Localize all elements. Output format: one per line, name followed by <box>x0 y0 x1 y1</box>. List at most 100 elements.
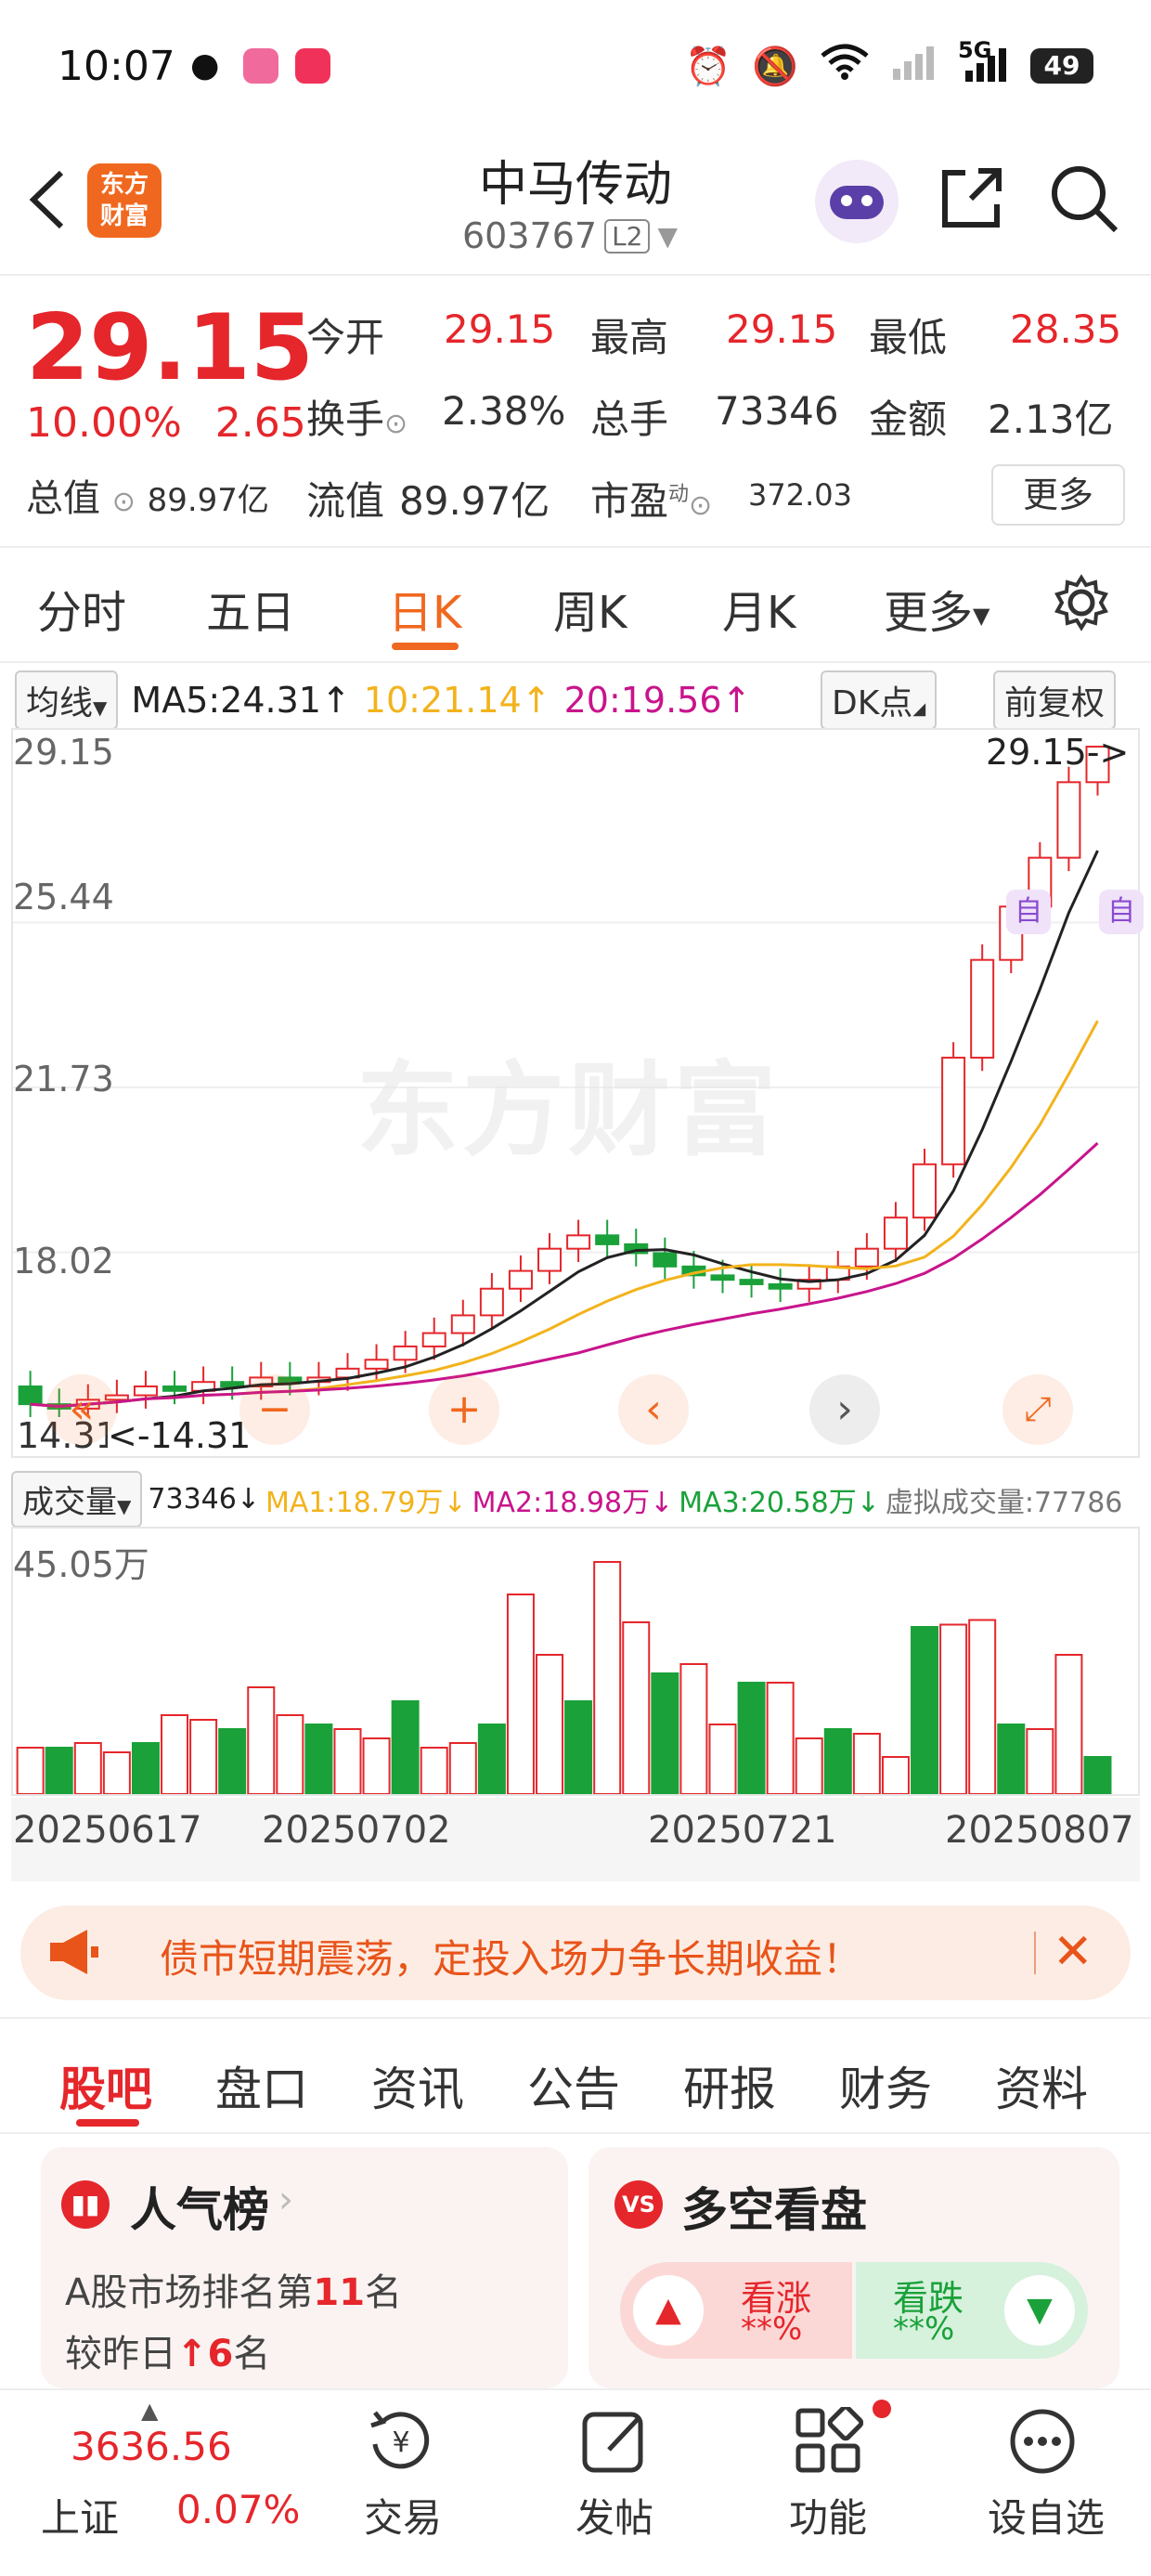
date-label-1: 20250617 <box>13 1809 202 1852</box>
fullscreen-icon[interactable]: ⤢ <box>1002 1374 1073 1445</box>
volume-bar <box>189 1719 218 1794</box>
gear-icon[interactable] <box>1053 574 1110 635</box>
rank-change-value: 6 <box>207 2333 234 2375</box>
tab-more[interactable]: 更多▼ <box>884 576 989 641</box>
nav-function[interactable]: 功能 <box>782 2487 874 2543</box>
volume-chart[interactable] <box>11 1527 1140 1796</box>
search-icon[interactable] <box>1049 163 1119 238</box>
nav-trade[interactable]: 交易 <box>356 2487 449 2543</box>
ma-select[interactable]: 均线▼ <box>15 670 119 730</box>
share-icon[interactable] <box>938 163 1006 236</box>
tab-forum[interactable]: 股吧 <box>59 2052 152 2119</box>
rewind-icon[interactable]: « <box>46 1374 117 1445</box>
tab-news[interactable]: 资讯 <box>371 2052 464 2119</box>
robot-assistant-icon[interactable] <box>815 160 899 243</box>
tab-research[interactable]: 研报 <box>683 2052 776 2119</box>
market-cap-label: 总值 <box>26 477 100 520</box>
tab-profile[interactable]: 资料 <box>995 2052 1088 2119</box>
chevron-right-icon[interactable]: › <box>809 1374 880 1445</box>
popularity-card[interactable]: ▮▮ 人气榜 › A股市场排名第11名 较昨日↑6名 <box>41 2147 568 2388</box>
volume-bar <box>448 1742 477 1794</box>
volume-bar <box>852 1733 881 1794</box>
float-label: 流值 <box>306 478 385 524</box>
candle-body <box>739 1279 764 1285</box>
candle-body <box>479 1287 504 1317</box>
turnover-label-row: 换手⊙ <box>306 388 407 445</box>
candle-body <box>18 1385 43 1406</box>
tab-order-book[interactable]: 盘口 <box>215 2052 308 2119</box>
tab-weekly-k[interactable]: 周K <box>553 576 627 641</box>
xiaohongshu-icon <box>295 48 330 84</box>
volume-bar <box>420 1747 448 1794</box>
caret-down-icon: ▼ <box>1004 2275 1075 2346</box>
nav-add-watchlist[interactable]: 设自选 <box>976 2487 1116 2543</box>
volume-bar <box>564 1700 593 1794</box>
volume-bar <box>823 1728 852 1794</box>
high-label: 最高 <box>590 315 669 360</box>
status-time: 10:07 <box>58 43 175 90</box>
tab-monthly-k[interactable]: 月K <box>722 576 795 641</box>
close-icon[interactable]: ✕ <box>1053 1924 1093 1980</box>
adjust-button[interactable]: 前复权 <box>993 670 1117 730</box>
index-change: 0.07% <box>176 2487 301 2532</box>
candle-body <box>1056 781 1081 859</box>
volume-bar <box>1054 1654 1083 1794</box>
amount-label: 金额 <box>869 397 948 442</box>
more-circle-icon[interactable] <box>1008 2407 1077 2479</box>
virtual-volume: 虚拟成交量:77786 <box>885 1486 1123 1519</box>
index-value[interactable]: 3636.56 <box>71 2424 232 2469</box>
ma5-value: MA5:24.31↑ <box>131 680 351 721</box>
banner-text: 债市短期震荡，定投入场力争长期收益！ <box>160 1936 862 1982</box>
volume-bar <box>622 1621 651 1794</box>
candle-body <box>364 1359 389 1370</box>
volume-bar <box>708 1724 737 1794</box>
tab-announcements[interactable]: 公告 <box>527 2052 620 2119</box>
function-grid-icon[interactable] <box>795 2404 864 2479</box>
signal-icon-5g: 5G <box>958 37 1010 87</box>
volume-bar <box>911 1626 939 1794</box>
float-value: 89.97亿 <box>399 478 550 524</box>
bottom-nav: ▲ 3636.56 上证 0.07% ¥ 交易 发帖 功能 设自选 <box>0 2388 1151 2576</box>
zoom-in-icon[interactable]: + <box>429 1374 499 1445</box>
candle-body <box>220 1381 245 1387</box>
tab-five-day[interactable]: 五日 <box>206 576 295 641</box>
volume-bar <box>766 1682 795 1794</box>
zoom-out-icon[interactable]: − <box>239 1374 310 1445</box>
volume-indicator-bar: 成交量▼ 73346↓ MA1:18.79万↓ MA2:18.98万↓ MA3:… <box>11 1471 1122 1528</box>
change-amount: 2.65 <box>214 399 306 447</box>
tab-daily-k[interactable]: 日K <box>388 576 461 641</box>
dk-points-button[interactable]: DK点◢ <box>821 670 938 730</box>
sentiment-card[interactable]: VS 多空看盘 ▲ 看涨 **% 看跌 **% ▼ <box>588 2147 1119 2388</box>
volume-select[interactable]: 成交量▼ <box>11 1471 143 1528</box>
more-button[interactable]: 更多 <box>991 464 1125 526</box>
chevron-left-icon[interactable]: ‹ <box>618 1374 689 1445</box>
open-label: 今开 <box>306 315 385 360</box>
nav-post[interactable]: 发帖 <box>568 2487 661 2543</box>
low-label: 最低 <box>869 315 948 360</box>
rank-line-suffix: 名 <box>365 2271 403 2314</box>
compose-post-icon[interactable] <box>581 2407 650 2479</box>
candle-body <box>566 1234 591 1250</box>
candle-body <box>421 1332 446 1347</box>
price-axis-3: 21.73 <box>13 1059 114 1099</box>
ranking-chart-icon: ▮▮ <box>61 2180 110 2229</box>
rank-change-suffix: 名 <box>233 2333 271 2375</box>
volume-bar <box>881 1756 910 1794</box>
volume-max-label: 45.05万 <box>13 1544 149 1585</box>
stock-code-row[interactable]: 603767 L2 ▼ <box>462 215 678 256</box>
self-select-marker-2[interactable]: 自 <box>1099 890 1144 934</box>
trade-yen-icon[interactable]: ¥ <box>364 2407 438 2479</box>
kline-chart[interactable]: 东方财富 <box>11 728 1140 1458</box>
self-select-marker[interactable]: 自 <box>1006 890 1051 934</box>
promo-banner[interactable]: 债市短期震荡，定投入场力争长期收益！ ✕ <box>20 1906 1131 2000</box>
pe-value: 372.03 <box>748 477 852 513</box>
low-value: 28.35 <box>1010 306 1122 352</box>
volume-bar <box>333 1728 362 1794</box>
bull-button[interactable]: ▲ 看涨 **% <box>620 2262 852 2359</box>
volume-bar <box>1026 1728 1054 1794</box>
tab-finance[interactable]: 财务 <box>839 2052 932 2119</box>
candle-body <box>653 1252 678 1268</box>
bear-button[interactable]: 看跌 **% ▼ <box>856 2262 1088 2359</box>
candle-body <box>970 958 995 1059</box>
tab-intraday[interactable]: 分时 <box>37 576 126 641</box>
